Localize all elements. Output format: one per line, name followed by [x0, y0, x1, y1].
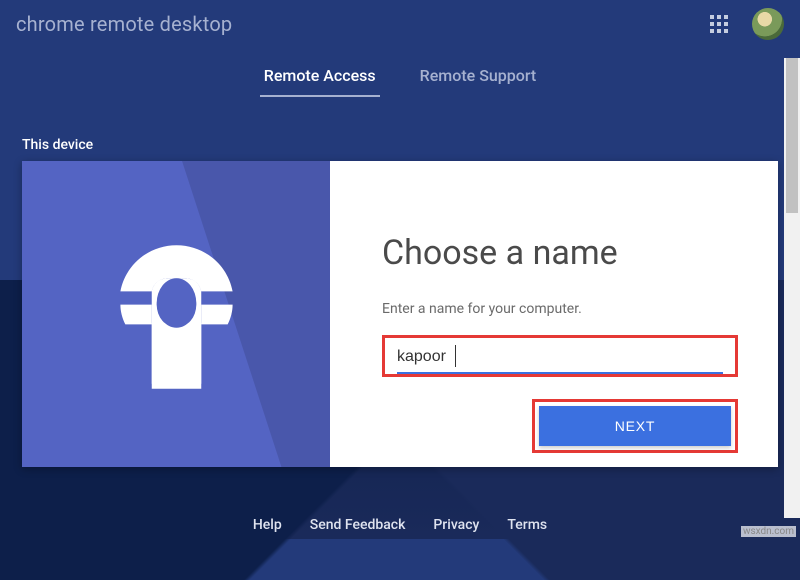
tab-remote-support[interactable]: Remote Support — [416, 56, 541, 97]
avatar[interactable] — [752, 8, 784, 40]
app-title: chrome remote desktop — [16, 12, 710, 36]
vertical-scrollbar[interactable] — [784, 58, 800, 518]
footer-send-feedback[interactable]: Send Feedback — [310, 517, 406, 533]
computer-name-input[interactable] — [397, 342, 723, 374]
footer-help[interactable]: Help — [253, 517, 282, 533]
wrench-icon — [94, 232, 259, 397]
tab-remote-access[interactable]: Remote Access — [260, 56, 380, 97]
input-highlight-box — [382, 335, 738, 377]
text-cursor-icon — [455, 345, 456, 367]
tab-bar: Remote Access Remote Support — [0, 56, 800, 97]
card-title: Choose a name — [382, 233, 738, 273]
device-setup-card: Choose a name Enter a name for your comp… — [22, 161, 778, 467]
next-button[interactable]: NEXT — [539, 406, 731, 446]
scrollbar-thumb[interactable] — [786, 58, 798, 213]
app-header: chrome remote desktop — [0, 0, 800, 48]
card-illustration — [22, 161, 330, 467]
footer-links: Help Send Feedback Privacy Terms — [0, 517, 800, 533]
card-form: Choose a name Enter a name for your comp… — [330, 161, 778, 467]
button-highlight-box: NEXT — [532, 399, 738, 453]
card-subtitle: Enter a name for your computer. — [382, 301, 738, 317]
watermark: wsxdn.com — [741, 526, 796, 537]
apps-grid-icon[interactable] — [710, 15, 728, 33]
footer-terms[interactable]: Terms — [507, 517, 547, 533]
footer-privacy[interactable]: Privacy — [433, 517, 479, 533]
section-this-device: This device — [22, 137, 800, 153]
